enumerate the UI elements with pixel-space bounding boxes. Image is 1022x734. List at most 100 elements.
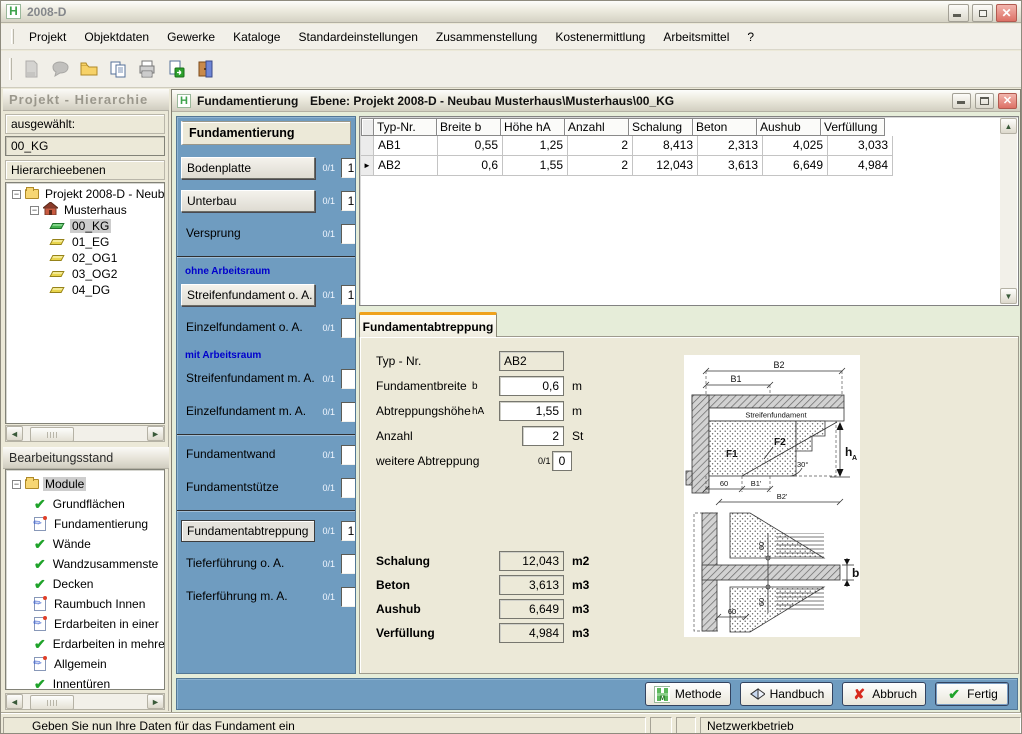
tree-item-02-og1[interactable]: 02_OG1 bbox=[6, 250, 164, 266]
table-cell[interactable]: 0,6 bbox=[438, 156, 503, 176]
menu-item-gewerke[interactable]: Gewerke bbox=[158, 25, 224, 49]
menu-item-standardeinstellungen[interactable]: Standardeinstellungen bbox=[289, 25, 426, 49]
column-header-schalung[interactable]: Schalung bbox=[628, 118, 693, 136]
module-item-grundfl-chen[interactable]: ✔Grundflächen bbox=[6, 494, 164, 514]
hierarchy-tree-hscrollbar[interactable]: ◄ ► bbox=[5, 425, 165, 442]
scroll-thumb[interactable] bbox=[30, 695, 74, 710]
menu-item-objektdaten[interactable]: Objektdaten bbox=[75, 25, 158, 49]
module-item-fundamentierung[interactable]: Fundamentierung bbox=[6, 514, 164, 534]
maximize-button[interactable] bbox=[975, 93, 994, 109]
column-header-verf-llung[interactable]: Verfüllung bbox=[820, 118, 885, 136]
menu-item-kataloge[interactable]: Kataloge bbox=[224, 25, 289, 49]
sidebar-count-box[interactable] bbox=[341, 587, 356, 607]
exit-door-icon[interactable] bbox=[192, 56, 218, 82]
sidebar-count-box[interactable]: 1 bbox=[341, 521, 356, 541]
export-icon[interactable] bbox=[163, 56, 189, 82]
print-icon[interactable] bbox=[134, 56, 160, 82]
table-cell[interactable]: 4,984 bbox=[828, 156, 893, 176]
tree-item-00-kg[interactable]: 00_KG bbox=[6, 218, 164, 234]
menu-item-arbeitsmittel[interactable]: Arbeitsmittel bbox=[654, 25, 738, 49]
module-item-innent-ren[interactable]: ✔Innentüren bbox=[6, 674, 164, 690]
module-item-erdarbeiten-in-einer[interactable]: Erdarbeiten in einer bbox=[6, 614, 164, 634]
table-cell[interactable]: 4,025 bbox=[763, 136, 828, 156]
column-header-typ-nr[interactable]: Typ-Nr. bbox=[373, 118, 437, 136]
close-button[interactable]: ✕ bbox=[996, 4, 1017, 22]
sidebar-count-box[interactable] bbox=[341, 224, 356, 244]
tree-item-module-root[interactable]: −Module bbox=[6, 474, 164, 494]
table-cell[interactable]: 1,25 bbox=[503, 136, 568, 156]
sidebar-item-streifenfundament-o-a[interactable]: Streifenfundament o. A. bbox=[181, 284, 315, 306]
module-item-wandzusammenste[interactable]: ✔Wandzusammenste bbox=[6, 554, 164, 574]
table-cell[interactable]: 12,043 bbox=[633, 156, 698, 176]
module-item-decken[interactable]: ✔Decken bbox=[6, 574, 164, 594]
sidebar-count-box[interactable] bbox=[341, 369, 356, 389]
field-count-box[interactable]: 0 bbox=[552, 451, 572, 471]
menu-item-zusammenstellung[interactable]: Zusammenstellung bbox=[427, 25, 546, 49]
scroll-left-icon[interactable]: ◄ bbox=[6, 694, 23, 709]
field-input-abtreppungsh-he[interactable]: 1,55 bbox=[499, 401, 564, 421]
sidebar-item-fundamentabtreppung[interactable]: Fundamentabtreppung bbox=[181, 520, 315, 542]
minimize-button[interactable] bbox=[952, 93, 971, 109]
field-input-fundamentbreite[interactable]: 0,6 bbox=[499, 376, 564, 396]
scroll-down-icon[interactable]: ▼ bbox=[1000, 288, 1017, 304]
sidebar-item-bodenplatte[interactable]: Bodenplatte bbox=[181, 157, 315, 179]
column-header-beton[interactable]: Beton bbox=[692, 118, 757, 136]
restore-button[interactable] bbox=[972, 4, 993, 22]
sidebar-count-box[interactable] bbox=[341, 402, 356, 422]
table-vscrollbar[interactable]: ▲ ▼ bbox=[1000, 118, 1017, 304]
expander-minus-icon[interactable]: − bbox=[12, 480, 21, 489]
sidebar-count-box[interactable]: 1 bbox=[341, 191, 356, 211]
table-row-selected[interactable]: ►AB20,61,55212,0433,6136,6494,984 bbox=[361, 156, 893, 176]
scroll-right-icon[interactable]: ► bbox=[147, 426, 164, 441]
column-header-h-he-ha[interactable]: Höhe hA bbox=[500, 118, 565, 136]
sidebar-count-box[interactable]: 1 bbox=[341, 158, 356, 178]
methode-button[interactable]: MMethode bbox=[645, 682, 731, 706]
column-header-aushub[interactable]: Aushub bbox=[756, 118, 821, 136]
tree-item-musterhaus[interactable]: −Musterhaus bbox=[6, 202, 164, 218]
modules-tree-hscrollbar[interactable]: ◄ ► bbox=[5, 693, 165, 710]
tree-item-projekt-2008-d-neubau[interactable]: −Projekt 2008-D - Neubau bbox=[6, 186, 164, 202]
handbuch-button[interactable]: Handbuch bbox=[740, 682, 834, 706]
close-button[interactable]: ✕ bbox=[998, 93, 1017, 109]
menu-item-projekt[interactable]: Projekt bbox=[20, 25, 75, 49]
menu-item-kostenermittlung[interactable]: Kostenermittlung bbox=[546, 25, 654, 49]
sidebar-count-box[interactable]: 1 bbox=[341, 285, 356, 305]
table-cell[interactable]: AB2 bbox=[374, 156, 438, 176]
fertig-button[interactable]: ✔Fertig bbox=[935, 682, 1009, 706]
table-cell[interactable]: 3,033 bbox=[828, 136, 893, 156]
expander-minus-icon[interactable]: − bbox=[30, 206, 39, 215]
copy-icon[interactable] bbox=[105, 56, 131, 82]
table-cell[interactable]: 2 bbox=[568, 136, 633, 156]
table-cell[interactable]: 1,55 bbox=[503, 156, 568, 176]
expander-minus-icon[interactable]: − bbox=[12, 190, 21, 199]
scroll-right-icon[interactable]: ► bbox=[147, 694, 164, 709]
tree-item-01-eg[interactable]: 01_EG bbox=[6, 234, 164, 250]
table-cell[interactable]: 3,613 bbox=[698, 156, 763, 176]
tab-fundamentabtreppung[interactable]: Fundamentabtreppung bbox=[359, 312, 497, 337]
folder-open-icon[interactable] bbox=[76, 56, 102, 82]
table-cell[interactable]: AB1 bbox=[374, 136, 438, 156]
module-item-w-nde[interactable]: ✔Wände bbox=[6, 534, 164, 554]
sidebar-count-box[interactable] bbox=[341, 554, 356, 574]
table-row[interactable]: AB10,551,2528,4132,3134,0253,033 bbox=[361, 136, 893, 156]
tree-item-03-og2[interactable]: 03_OG2 bbox=[6, 266, 164, 282]
abbruch-button[interactable]: ✘Abbruch bbox=[842, 682, 926, 706]
scroll-thumb[interactable] bbox=[30, 427, 74, 442]
module-item-raumbuch-innen[interactable]: Raumbuch Innen bbox=[6, 594, 164, 614]
table-cell[interactable]: 2 bbox=[568, 156, 633, 176]
column-header-breite-b[interactable]: Breite b bbox=[436, 118, 501, 136]
tree-item-04-dg[interactable]: 04_DG bbox=[6, 282, 164, 298]
scroll-left-icon[interactable]: ◄ bbox=[6, 426, 23, 441]
minimize-button[interactable] bbox=[948, 4, 969, 22]
sidebar-count-box[interactable] bbox=[341, 478, 356, 498]
scroll-up-icon[interactable]: ▲ bbox=[1000, 118, 1017, 134]
table-cell[interactable]: 0,55 bbox=[438, 136, 503, 156]
column-header-anzahl[interactable]: Anzahl bbox=[564, 118, 629, 136]
table-cell[interactable]: 8,413 bbox=[633, 136, 698, 156]
table-cell[interactable]: 6,649 bbox=[763, 156, 828, 176]
module-item-erdarbeiten-in-mehre[interactable]: ✔Erdarbeiten in mehre bbox=[6, 634, 164, 654]
menu-item-item[interactable]: ? bbox=[738, 25, 763, 49]
module-item-allgemein[interactable]: Allgemein bbox=[6, 654, 164, 674]
sidebar-count-box[interactable] bbox=[341, 445, 356, 465]
sidebar-item-unterbau[interactable]: Unterbau bbox=[181, 190, 315, 212]
